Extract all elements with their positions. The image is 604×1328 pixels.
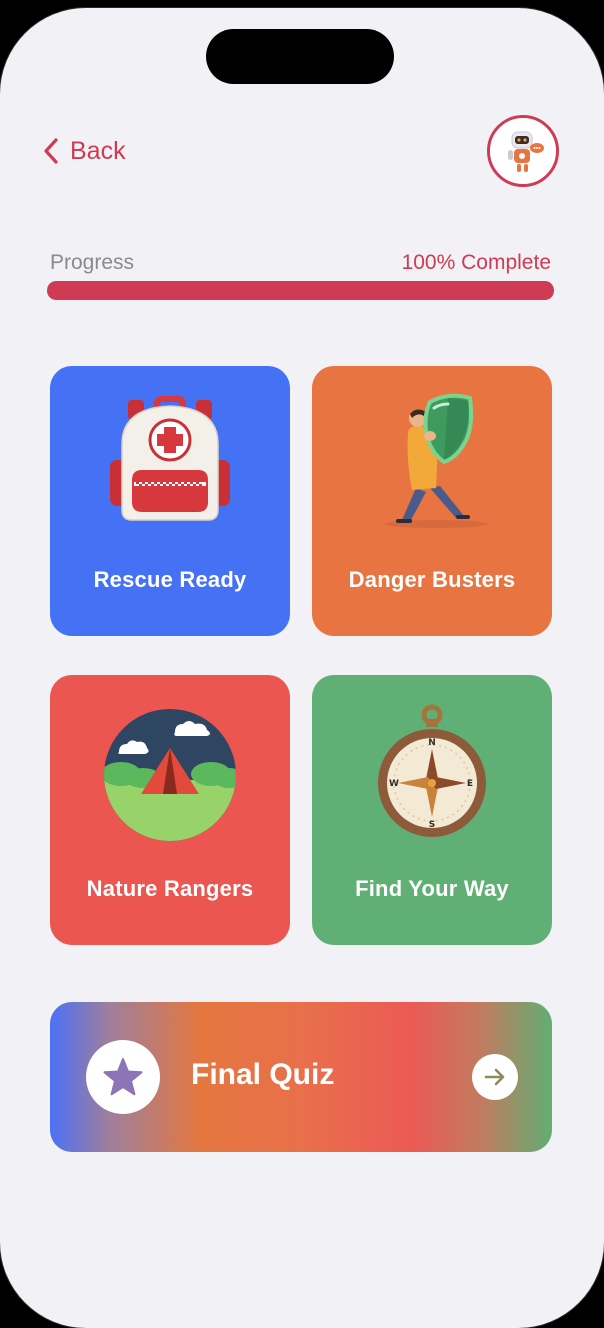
progress-label: Progress	[50, 251, 135, 274]
svg-text:W: W	[389, 779, 399, 789]
module-card-rescue-ready[interactable]: Rescue Ready	[50, 366, 290, 636]
back-button[interactable]: Back	[42, 136, 126, 166]
robot-avatar-icon	[490, 118, 556, 184]
dynamic-island	[206, 29, 394, 84]
svg-text:S: S	[429, 820, 435, 830]
first-aid-backpack-icon	[110, 396, 230, 521]
module-card-nature-rangers[interactable]: Nature Rangers	[50, 675, 290, 945]
module-title: Rescue Ready	[93, 567, 247, 592]
star-badge	[86, 1040, 160, 1114]
final-quiz-button[interactable]: Final Quiz	[50, 1002, 552, 1152]
compass-icon: N S W E	[378, 704, 486, 837]
module-card-danger-busters[interactable]: Danger Busters	[312, 366, 552, 636]
progress-percent-text: 100% Complete	[401, 251, 551, 274]
svg-text:E: E	[467, 779, 473, 789]
module-title: Nature Rangers	[86, 876, 254, 901]
star-icon	[103, 1058, 143, 1096]
svg-text:N: N	[428, 738, 436, 748]
quiz-arrow-button[interactable]	[472, 1054, 518, 1100]
module-title: Danger Busters	[348, 567, 516, 592]
back-label: Back	[70, 136, 126, 165]
progress-bar	[47, 281, 554, 300]
shield-person-icon	[384, 393, 488, 528]
module-title: Find Your Way	[355, 876, 509, 901]
arrow-right-icon	[484, 1068, 505, 1086]
camping-tent-icon	[104, 709, 236, 841]
module-card-find-your-way[interactable]: N S W E Find Your Way	[312, 675, 552, 945]
chevron-left-icon	[44, 138, 58, 164]
profile-avatar[interactable]	[487, 115, 559, 187]
phone-screen: Back Progress 100% Complete Rescue Ready…	[0, 8, 604, 1328]
progress-bar-fill	[47, 281, 554, 300]
final-quiz-title: Final Quiz	[191, 1058, 335, 1091]
